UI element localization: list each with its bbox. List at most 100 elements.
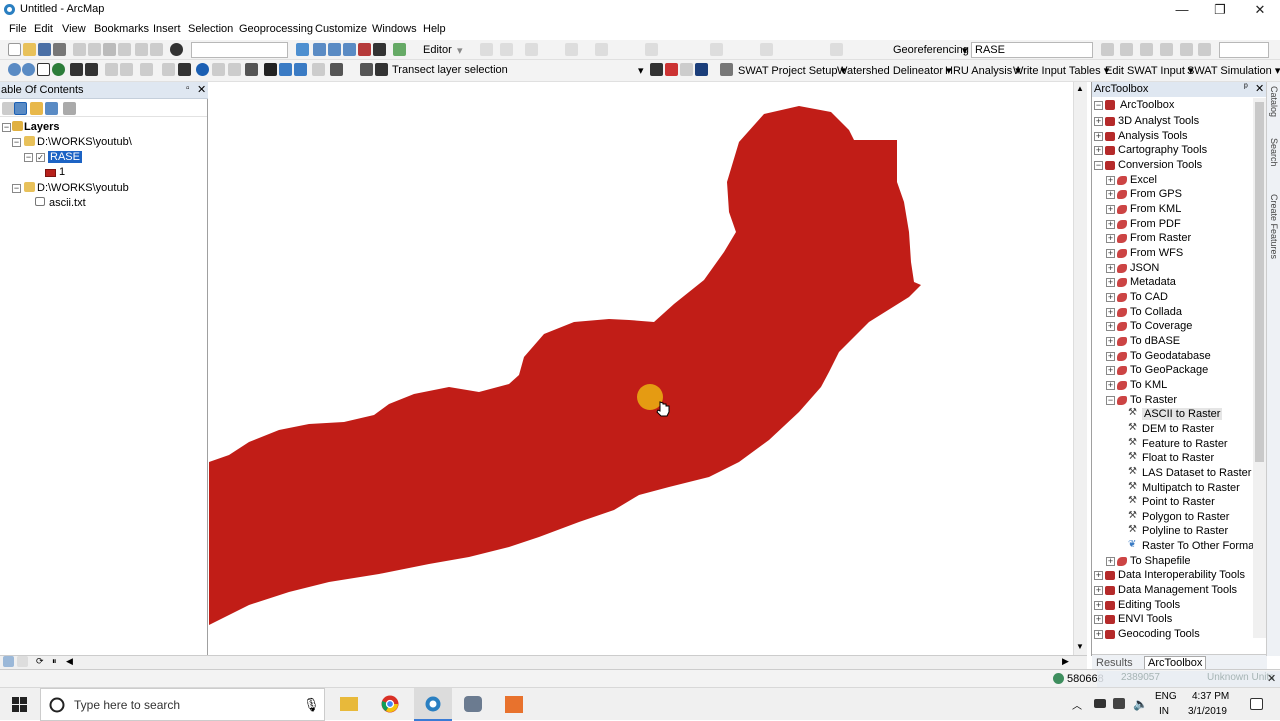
- rase-visibility-checkbox[interactable]: ✓: [36, 153, 45, 162]
- select-features-icon[interactable]: [140, 63, 153, 76]
- data-view-icon[interactable]: [3, 656, 14, 667]
- expand-icon[interactable]: +: [1094, 571, 1103, 581]
- toolbox-pin-icon[interactable]: ᵖ: [1244, 82, 1248, 93]
- toolset-item[interactable]: + To Geodatabase: [1092, 349, 1253, 363]
- forward-extent-icon[interactable]: [120, 63, 133, 76]
- tool-item[interactable]: ⚒ LAS Dataset to Raster: [1092, 466, 1253, 480]
- swat-project-setup-menu[interactable]: SWAT Project Setup ▾: [738, 64, 846, 77]
- toolset-item[interactable]: + To Collada: [1092, 305, 1253, 319]
- snap-tool-icon[interactable]: [525, 43, 538, 56]
- tool-item[interactable]: ⚒ Polygon to Raster: [1092, 510, 1253, 524]
- toolbox-item[interactable]: + Data Management Tools: [1092, 583, 1253, 597]
- link-table-icon[interactable]: [1160, 43, 1173, 56]
- search-window-icon[interactable]: [343, 43, 356, 56]
- tool-item[interactable]: ⚒ Feature to Raster: [1092, 437, 1253, 451]
- tool-item[interactable]: ⚒ ASCII to Raster: [1092, 407, 1253, 421]
- toolbox-item[interactable]: + Editing Tools: [1092, 598, 1253, 612]
- tool-item[interactable]: ⚒ Polyline to Raster: [1092, 524, 1253, 538]
- toolbox-item[interactable]: − Conversion Tools: [1092, 158, 1253, 172]
- expand-icon[interactable]: +: [1106, 204, 1115, 214]
- delete-icon[interactable]: [118, 43, 131, 56]
- georeferencing-dropdown-arrow-icon[interactable]: ▾: [962, 44, 968, 57]
- toolbox-scroll-thumb[interactable]: [1255, 102, 1264, 462]
- expand-icon[interactable]: +: [1094, 131, 1103, 141]
- menu-file[interactable]: File: [9, 23, 27, 35]
- toolbox-item[interactable]: + Data Interoperability Tools: [1092, 568, 1253, 582]
- html-popup-icon[interactable]: [228, 63, 241, 76]
- layout-view-icon[interactable]: [17, 656, 28, 667]
- arctoolbox-tab[interactable]: ArcToolbox: [1144, 656, 1207, 670]
- control-points-icon[interactable]: [1140, 43, 1153, 56]
- menu-edit[interactable]: Edit: [34, 23, 53, 35]
- toolset-item[interactable]: + From GPS: [1092, 187, 1253, 201]
- list-by-source-icon[interactable]: [14, 102, 27, 115]
- expand-icon[interactable]: +: [1106, 366, 1115, 376]
- clock-date[interactable]: 3/1/2019: [1188, 706, 1227, 717]
- expand-icon[interactable]: +: [1106, 190, 1115, 200]
- list-by-selection-icon[interactable]: [45, 102, 58, 115]
- cut-icon[interactable]: [73, 43, 86, 56]
- scroll-up-icon[interactable]: ▲: [1076, 84, 1084, 93]
- sketch-tool-icon[interactable]: [500, 43, 513, 56]
- pause-drawing-icon[interactable]: ⏸: [52, 656, 57, 667]
- app-icon-5[interactable]: [505, 696, 523, 713]
- topology-icon[interactable]: [710, 43, 723, 56]
- python-window-icon[interactable]: [373, 43, 386, 56]
- transect-clear-icon[interactable]: [665, 63, 678, 76]
- toolbox-close-icon[interactable]: ✕: [1255, 82, 1264, 95]
- menu-bookmarks[interactable]: Bookmarks: [94, 23, 149, 35]
- action-center-icon[interactable]: [1250, 698, 1263, 710]
- transect-dropdown-arrow-icon[interactable]: ▾: [638, 64, 644, 77]
- editor-dropdown-arrow-icon[interactable]: ▾: [457, 44, 463, 57]
- expand-icon[interactable]: +: [1106, 175, 1115, 185]
- fixed-zoom-out-icon[interactable]: [85, 63, 98, 76]
- pan-icon[interactable]: [37, 63, 50, 76]
- scale-input[interactable]: [1219, 42, 1269, 58]
- expand-icon[interactable]: +: [1106, 336, 1115, 346]
- editor-menu[interactable]: Editor: [423, 44, 452, 56]
- floating-close-icon[interactable]: ✕: [1267, 672, 1276, 685]
- shift-georef-icon[interactable]: [1120, 43, 1133, 56]
- search-side-tab[interactable]: Search: [1269, 138, 1279, 167]
- group1-collapse-icon[interactable]: −: [12, 138, 21, 147]
- maximize-button[interactable]: ❐: [1200, 0, 1240, 20]
- toolbox-item[interactable]: + ENVI Tools: [1092, 612, 1253, 626]
- back-extent-icon[interactable]: [105, 63, 118, 76]
- save-icon[interactable]: [38, 43, 51, 56]
- floating-window-header[interactable]: 2389057 Unknown Units ✕: [1097, 671, 1280, 687]
- scroll-down-icon[interactable]: ▼: [1076, 642, 1084, 651]
- results-tab[interactable]: Results: [1096, 657, 1133, 669]
- zoom-in-icon[interactable]: [8, 63, 21, 76]
- windows-start-icon[interactable]: [12, 697, 27, 712]
- chrome-icon[interactable]: [381, 695, 399, 713]
- app-icon-4[interactable]: [464, 696, 482, 712]
- root-collapse-icon[interactable]: −: [1094, 101, 1103, 110]
- toc-window-icon[interactable]: [313, 43, 326, 56]
- minimize-button[interactable]: —: [1162, 0, 1202, 20]
- collapse-icon[interactable]: −: [1106, 395, 1115, 405]
- transect-export-icon[interactable]: [680, 63, 693, 76]
- split-tool-icon[interactable]: [565, 43, 578, 56]
- language-region-label[interactable]: IN: [1159, 706, 1169, 717]
- print-icon[interactable]: [53, 43, 66, 56]
- clock-time[interactable]: 4:37 PM: [1192, 691, 1229, 702]
- expand-icon[interactable]: +: [1094, 615, 1103, 625]
- refresh-icon[interactable]: ⟳: [36, 656, 44, 667]
- create-features-side-tab[interactable]: Create Features: [1269, 194, 1279, 259]
- workspace-folder-2[interactable]: D:\WORKS\youtub: [37, 182, 129, 194]
- expand-icon[interactable]: +: [1094, 146, 1103, 156]
- hyperlink-icon[interactable]: [212, 63, 225, 76]
- map-vertical-scrollbar[interactable]: ▲ ▼: [1073, 82, 1087, 655]
- toc-pin-icon[interactable]: ▫: [186, 83, 190, 94]
- full-extent-icon[interactable]: [52, 63, 65, 76]
- expand-icon[interactable]: +: [1094, 586, 1103, 596]
- expand-icon[interactable]: +: [1094, 117, 1103, 126]
- catalog-window-icon[interactable]: [328, 43, 341, 56]
- network-icon[interactable]: [1113, 698, 1125, 709]
- expand-icon[interactable]: +: [1106, 248, 1115, 258]
- hru-analysis-menu[interactable]: HRU Analysis ▾: [945, 64, 1021, 77]
- menu-selection[interactable]: Selection: [188, 23, 233, 35]
- new-icon[interactable]: [8, 43, 21, 56]
- create-viewer-icon[interactable]: [330, 63, 343, 76]
- help-icon[interactable]: [695, 63, 708, 76]
